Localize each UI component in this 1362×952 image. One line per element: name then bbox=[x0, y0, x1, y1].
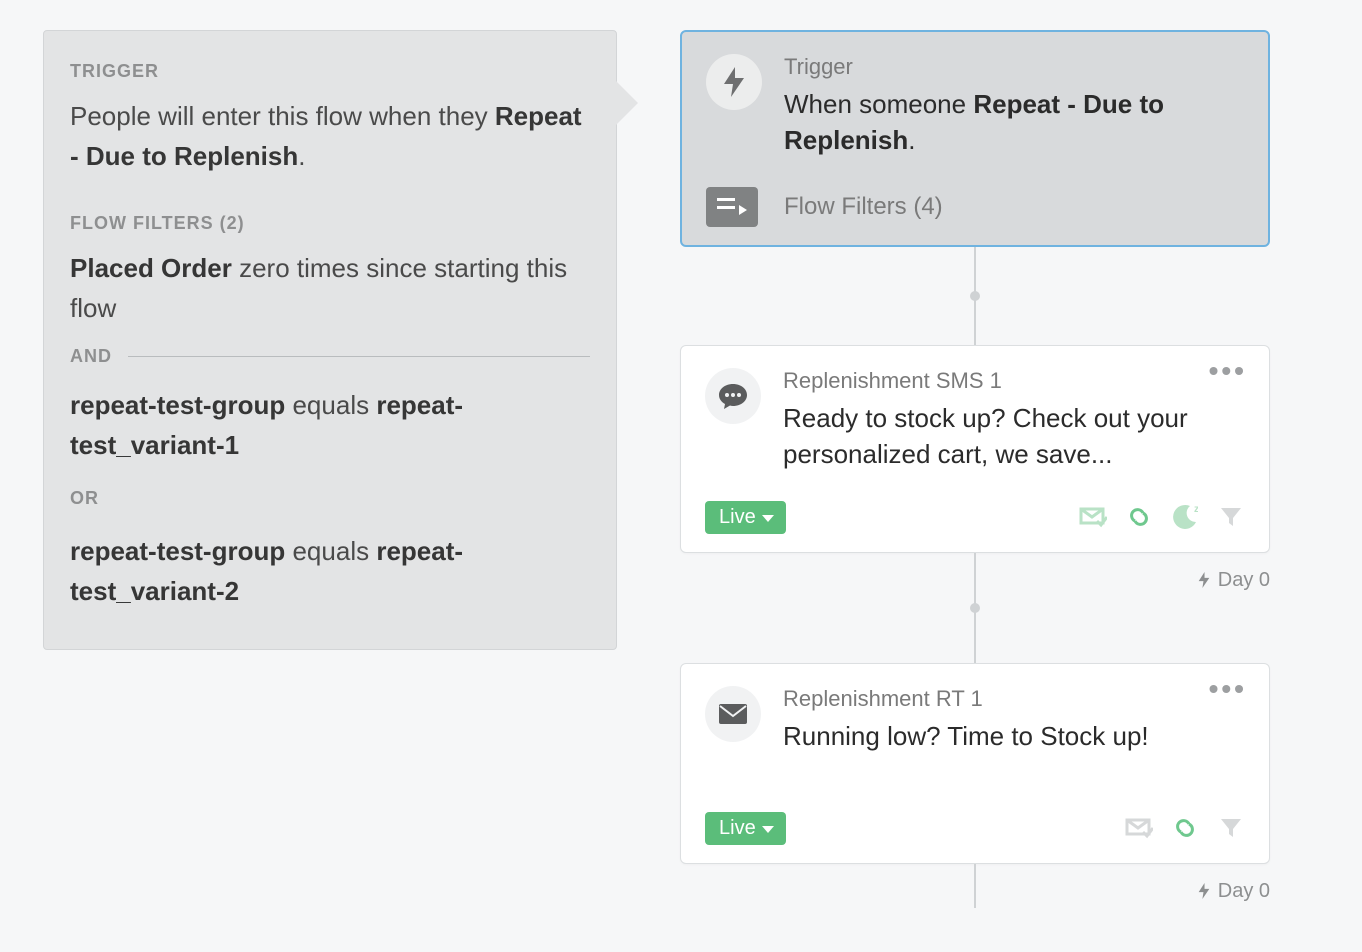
status-label: Live bbox=[719, 817, 756, 840]
node-more-menu[interactable]: ••• bbox=[1209, 682, 1247, 696]
bolt-icon bbox=[706, 54, 762, 110]
filter2-field: repeat-test-group bbox=[70, 390, 285, 420]
message-node-sms[interactable]: ••• Replenishment SMS 1 Ready to stock u… bbox=[680, 345, 1270, 553]
filter-icon bbox=[1217, 503, 1245, 531]
filter3-field: repeat-test-group bbox=[70, 536, 285, 566]
utm-icon bbox=[1125, 503, 1153, 531]
filter1-bold: Placed Order bbox=[70, 253, 232, 283]
smart-send-icon bbox=[1125, 814, 1153, 842]
flow-canvas: Trigger When someone Repeat - Due to Rep… bbox=[680, 30, 1270, 908]
filter3-mid: equals bbox=[285, 536, 376, 566]
filter2-mid: equals bbox=[285, 390, 376, 420]
status-label: Live bbox=[719, 506, 756, 529]
filter-condition-1: Placed Order zero times since starting t… bbox=[70, 248, 590, 329]
message-node-title: Replenishment RT 1 bbox=[783, 686, 1245, 712]
svg-text:z: z bbox=[1194, 504, 1198, 515]
quiet-hours-icon: z bbox=[1171, 503, 1199, 531]
flow-filters-label: FLOW FILTERS (2) bbox=[70, 213, 590, 234]
operator-and-label: AND bbox=[70, 346, 112, 367]
bolt-icon bbox=[1196, 883, 1212, 899]
email-icon bbox=[705, 686, 761, 742]
trigger-node-desc: When someone Repeat - Due to Replenish. bbox=[784, 86, 1244, 159]
trigger-node-desc-prefix: When someone bbox=[784, 89, 973, 119]
node-feature-icons: z bbox=[1079, 503, 1245, 531]
connector-line bbox=[974, 553, 976, 663]
bolt-icon bbox=[1196, 572, 1212, 588]
day-label: Day 0 bbox=[1196, 880, 1270, 903]
node-more-menu[interactable]: ••• bbox=[1209, 364, 1247, 378]
message-node-preview: Ready to stock up? Check out your person… bbox=[783, 400, 1245, 473]
filter-condition-2: repeat-test-group equals repeat-test_var… bbox=[70, 385, 590, 466]
connector-line bbox=[974, 864, 976, 908]
operator-and-row: AND bbox=[70, 346, 590, 367]
flow-filters-icon[interactable] bbox=[706, 187, 758, 227]
day-text: Day 0 bbox=[1218, 880, 1270, 903]
connector-dot bbox=[970, 603, 980, 613]
filter-icon bbox=[1217, 814, 1245, 842]
operator-divider bbox=[128, 356, 590, 357]
chevron-down-icon bbox=[762, 826, 774, 833]
status-dropdown[interactable]: Live bbox=[705, 501, 786, 534]
filter-condition-3: repeat-test-group equals repeat-test_var… bbox=[70, 531, 590, 612]
message-node-email[interactable]: ••• Replenishment RT 1 Running low? Time… bbox=[680, 663, 1270, 864]
trigger-detail-panel: TRIGGER People will enter this flow when… bbox=[43, 30, 617, 650]
node-feature-icons bbox=[1125, 814, 1245, 842]
trigger-node[interactable]: Trigger When someone Repeat - Due to Rep… bbox=[680, 30, 1270, 247]
day-text: Day 0 bbox=[1218, 569, 1270, 592]
message-node-preview: Running low? Time to Stock up! bbox=[783, 718, 1245, 754]
operator-or-label: OR bbox=[70, 488, 590, 509]
trigger-section-label: TRIGGER bbox=[70, 61, 590, 82]
day-label: Day 0 bbox=[1196, 569, 1270, 592]
trigger-node-desc-suffix: . bbox=[908, 125, 915, 155]
status-dropdown[interactable]: Live bbox=[705, 812, 786, 845]
trigger-node-title: Trigger bbox=[784, 54, 1244, 80]
connector-line bbox=[974, 247, 976, 345]
chevron-down-icon bbox=[762, 515, 774, 522]
trigger-desc-suffix: . bbox=[298, 141, 305, 171]
smart-send-icon bbox=[1079, 503, 1107, 531]
sms-icon bbox=[705, 368, 761, 424]
trigger-description: People will enter this flow when they Re… bbox=[70, 96, 590, 177]
utm-icon bbox=[1171, 814, 1199, 842]
trigger-desc-prefix: People will enter this flow when they bbox=[70, 101, 495, 131]
connector-dot bbox=[970, 291, 980, 301]
message-node-title: Replenishment SMS 1 bbox=[783, 368, 1245, 394]
trigger-filters-count: Flow Filters (4) bbox=[784, 193, 943, 221]
